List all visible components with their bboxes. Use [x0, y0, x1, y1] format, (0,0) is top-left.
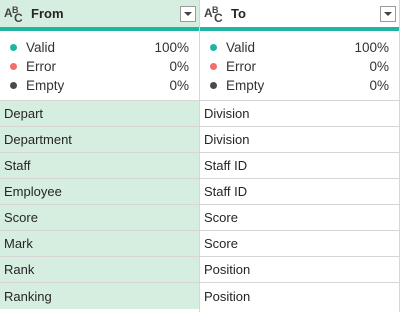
- stat-value: 0%: [369, 59, 389, 74]
- stat-value: 0%: [169, 78, 189, 93]
- table-cell[interactable]: Staff ID: [200, 153, 399, 179]
- stat-empty: Empty 0%: [10, 76, 189, 95]
- chevron-down-icon: [384, 11, 392, 16]
- stat-label: Empty: [226, 78, 265, 93]
- table-cell[interactable]: Division: [200, 127, 399, 153]
- stat-label: Empty: [26, 78, 65, 93]
- text-type-icon[interactable]: A B C: [4, 5, 26, 25]
- empty-dot-icon: [10, 82, 17, 89]
- table-cell[interactable]: Employee: [0, 179, 199, 205]
- column-title: To: [231, 6, 246, 21]
- stat-label: Error: [226, 59, 256, 74]
- table-cell[interactable]: Score: [0, 205, 199, 231]
- column-from[interactable]: A B C From Valid 100% Error 0% Empty 0% …: [0, 0, 200, 312]
- valid-dot-icon: [210, 44, 217, 51]
- filter-dropdown-button[interactable]: [380, 5, 396, 22]
- filter-dropdown-button[interactable]: [180, 5, 196, 22]
- error-dot-icon: [10, 63, 17, 70]
- table-cell[interactable]: Department: [0, 127, 199, 153]
- table-cell[interactable]: Ranking: [0, 283, 199, 309]
- stat-valid: Valid 100%: [10, 38, 189, 57]
- table-cell[interactable]: Score: [200, 231, 399, 257]
- stat-label: Valid: [226, 40, 256, 55]
- stat-label: Error: [26, 59, 56, 74]
- column-to[interactable]: A B C To Valid 100% Error 0% Empty 0% Di…: [200, 0, 400, 312]
- type-glyph-c: C: [214, 10, 223, 25]
- stat-label: Valid: [26, 40, 56, 55]
- stat-value: 100%: [154, 40, 189, 55]
- stat-error: Error 0%: [10, 57, 189, 76]
- table-cell[interactable]: Mark: [0, 231, 199, 257]
- table-cell[interactable]: Rank: [0, 257, 199, 283]
- table-cell[interactable]: Division: [200, 101, 399, 127]
- table-cell[interactable]: Staff: [0, 153, 199, 179]
- stat-value: 0%: [369, 78, 389, 93]
- stat-empty: Empty 0%: [210, 76, 389, 95]
- data-grid: A B C From Valid 100% Error 0% Empty 0% …: [0, 0, 400, 312]
- stat-value: 100%: [354, 40, 389, 55]
- column-header-from[interactable]: A B C From: [0, 0, 199, 27]
- stat-value: 0%: [169, 59, 189, 74]
- text-type-icon[interactable]: A B C: [204, 5, 226, 25]
- type-glyph-c: C: [14, 10, 23, 25]
- column-quality-stats: Valid 100% Error 0% Empty 0%: [200, 31, 399, 101]
- table-cell[interactable]: Staff ID: [200, 179, 399, 205]
- stat-error: Error 0%: [210, 57, 389, 76]
- stat-valid: Valid 100%: [210, 38, 389, 57]
- table-cell[interactable]: Position: [200, 283, 399, 309]
- valid-dot-icon: [10, 44, 17, 51]
- column-quality-stats: Valid 100% Error 0% Empty 0%: [0, 31, 199, 101]
- table-cell[interactable]: Position: [200, 257, 399, 283]
- column-title: From: [31, 6, 64, 21]
- error-dot-icon: [210, 63, 217, 70]
- empty-dot-icon: [210, 82, 217, 89]
- column-header-to[interactable]: A B C To: [200, 0, 399, 27]
- chevron-down-icon: [184, 11, 192, 16]
- table-cell[interactable]: Depart: [0, 101, 199, 127]
- table-cell[interactable]: Score: [200, 205, 399, 231]
